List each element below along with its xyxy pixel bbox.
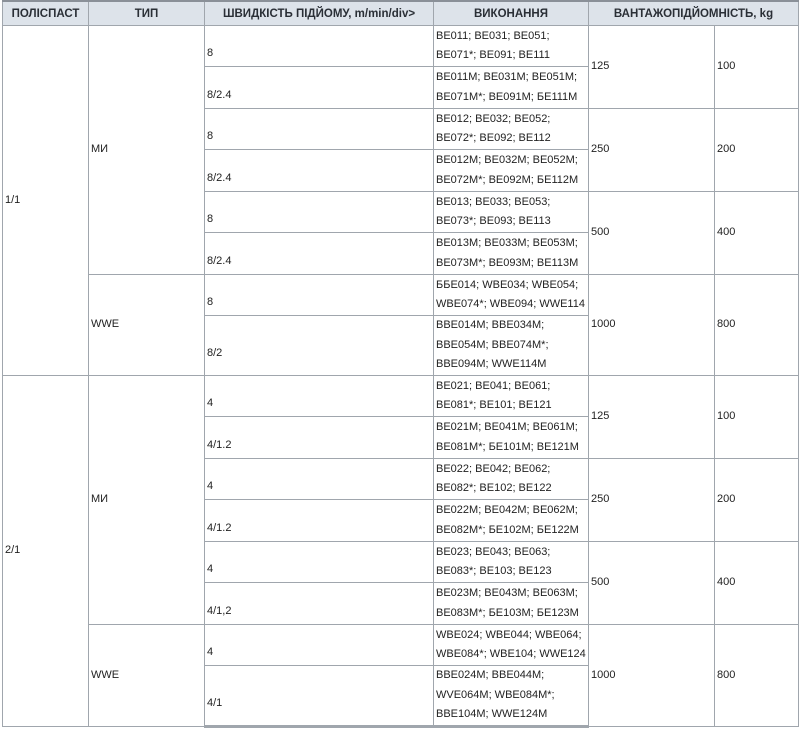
speed-cell: 4/1.2 [204, 416, 434, 459]
type-cell: WWE [88, 624, 205, 727]
header-lifting-speed: ШВИДКІСТЬ ПІДЙОМУ, m/min/div> [204, 0, 434, 26]
speed-cell: 8 [204, 191, 434, 233]
header-polispast: ПОЛІСПАСТ [2, 0, 89, 26]
models-cell: BE012M; BE032M; BE052M; BE072M*; BE092M;… [433, 149, 589, 192]
header-type: ТИП [88, 0, 205, 26]
header-models: ВИКОНАННЯ [433, 0, 589, 26]
speed-cell: 8/2 [204, 315, 434, 376]
models-cell: WBE024; WBE044; WBE064; WBE084*; WBE104;… [433, 624, 589, 666]
models-cell: BE012; BE032; BE052; BE072*; BE092; BE11… [433, 108, 589, 150]
type-cell: МИ [88, 25, 205, 275]
models-cell: BE021M; BE041M; BE061M; BE081M*; БЕ101M;… [433, 416, 589, 459]
capacity-cell: 800 [713, 274, 800, 376]
capacity-cell: 1000 [588, 274, 715, 376]
speed-cell: 8/2.4 [204, 66, 434, 109]
models-cell: BE022; BE042; BE062; BE082*; BE102; BE12… [433, 458, 589, 500]
capacity-cell: 400 [713, 541, 800, 625]
models-cell: BBE024M; BBE044M; WVE064M; WBE084M*; BBE… [433, 665, 589, 728]
type-cell: МИ [88, 375, 205, 625]
capacity-cell: 500 [588, 541, 715, 625]
header-capacity: ВАНТАЖОПІДЙОМНІСТЬ, kg [587, 0, 800, 26]
models-cell: BE023M; BE043M; BE063M; BE083M*; БЕ103M;… [433, 582, 589, 625]
speed-cell: 4 [204, 541, 434, 583]
table-row: WWE 4 WBE024; WBE044; WBE064; WBE084*; W… [3, 624, 800, 727]
models-cell: BE011; BE031; BE051; BE071*; BE091; BE11… [433, 25, 589, 67]
specifications-table: ПОЛІСПАСТ ТИП ШВИДКІСТЬ ПІДЙОМУ, m/min/d… [2, 0, 800, 728]
type-cell: WWE [88, 274, 205, 376]
speed-cell: 4/1.2 [204, 499, 434, 542]
table-row: 2/1 МИ 4 BE021; BE041; BE061; BE081*; BE… [2, 375, 800, 727]
capacity-cell: 800 [713, 624, 800, 727]
table-header-row: ПОЛІСПАСТ ТИП ШВИДКІСТЬ ПІДЙОМУ, m/min/d… [2, 0, 800, 26]
capacity-cell: 200 [713, 108, 800, 192]
speed-cell: 4 [204, 624, 434, 666]
capacity-cell: 1000 [588, 624, 715, 727]
models-cell: BE013M; BE033M; BE053M; BE073M*; BE093M;… [433, 232, 589, 275]
table-row: WWE 8 ББЕ014; WBE034; WBE054; WBE074*; W… [3, 274, 800, 376]
speed-cell: 8/2.4 [204, 149, 434, 192]
capacity-cell: 400 [713, 191, 800, 275]
capacity-cell: 500 [588, 191, 715, 275]
models-cell: ББЕ014; WBE034; WBE054; WBE074*; WBE094;… [433, 274, 589, 316]
models-cell: BE023; BE043; BE063; BE083*; BE103; BE12… [433, 541, 589, 583]
capacity-cell: 100 [713, 375, 800, 459]
speed-cell: 8 [204, 274, 434, 316]
models-cell: BBE014M; BBE034M; BBE054M; BBE074M*; BBE… [433, 315, 589, 376]
speed-cell: 4 [204, 458, 434, 500]
capacity-cell: 125 [588, 25, 715, 109]
speed-cell: 8 [204, 25, 434, 67]
speed-cell: 4 [204, 375, 434, 417]
polispast-cell: 1/1 [2, 25, 89, 376]
polispast-cell: 2/1 [2, 375, 89, 727]
models-cell: BE021; BE041; BE061; BE081*; BE101; BE12… [433, 375, 589, 417]
models-cell: BE013; BE033; BE053; BE073*; BE093; BE11… [433, 191, 589, 233]
speed-cell: 8 [204, 108, 434, 150]
speed-cell: 4/1,2 [204, 582, 434, 625]
capacity-cell: 250 [588, 458, 715, 542]
speed-cell: 8/2.4 [204, 232, 434, 275]
speed-cell: 4/1 [204, 665, 434, 728]
capacity-cell: 200 [713, 458, 800, 542]
models-cell: BE022M; BE042M; BE062M; BE082M*; БЕ102M;… [433, 499, 589, 542]
capacity-cell: 100 [713, 25, 800, 109]
models-cell: BE011M; BE031M; BE051M; BE071M*; BE091M;… [433, 66, 589, 109]
capacity-cell: 250 [588, 108, 715, 192]
table-row: 1/1 МИ 8 BE011; BE031; BE051; BE071*; BE… [2, 25, 800, 376]
capacity-cell: 125 [588, 375, 715, 459]
